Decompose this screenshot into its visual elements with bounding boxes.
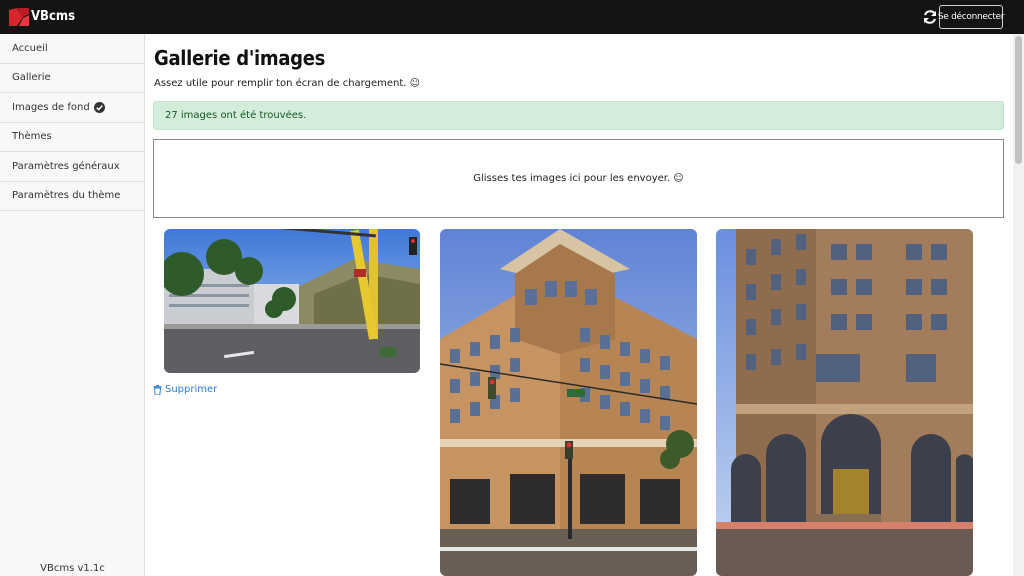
page-title: Gallerie d'images (154, 46, 326, 70)
gallery-image-corner-building[interactable] (440, 229, 697, 576)
sidebar-item-parametres-generaux[interactable]: Paramètres généraux (0, 152, 144, 182)
scrollbar-thumb[interactable] (1015, 36, 1022, 164)
delete-image-button[interactable]: Supprimer (153, 384, 217, 395)
refresh-icon[interactable] (922, 9, 938, 25)
sidebar-item-parametres-du-theme[interactable]: Paramètres du thème (0, 182, 144, 211)
page-scrollbar[interactable] (1013, 34, 1024, 576)
sidebar-item-accueil[interactable]: Accueil (0, 34, 144, 64)
sidebar-item-label: Paramètres généraux (12, 160, 120, 172)
gallery-image-street[interactable] (164, 229, 420, 373)
sidebar-item-label: Thèmes (12, 131, 52, 143)
check-circle-icon (93, 101, 105, 113)
vbcms-logo-icon[interactable] (9, 8, 29, 26)
image-dropzone[interactable]: Glisses tes images ici pour les envoyer.… (153, 139, 1004, 218)
sidebar-item-label: Gallerie (12, 72, 51, 84)
main-content: Gallerie d'images Assez utile pour rempl… (145, 34, 1013, 576)
trash-icon (153, 384, 162, 395)
sidebar-item-label: Accueil (12, 42, 48, 54)
success-alert: 27 images ont été trouvées. (153, 101, 1004, 130)
page-subtitle: Assez utile pour remplir ton écran de ch… (154, 78, 421, 89)
brand-name[interactable]: VBcms (31, 9, 75, 24)
delete-label: Supprimer (165, 384, 218, 395)
sidebar: Accueil Gallerie Images de fond Thèmes P… (0, 34, 145, 576)
sidebar-item-gallerie[interactable]: Gallerie (0, 64, 144, 93)
sidebar-item-label: Images de fond (12, 101, 90, 113)
logout-button[interactable]: Se déconnecter (938, 5, 1004, 29)
sidebar-item-label: Paramètres du thème (12, 190, 121, 202)
gallery-image-ornate-building[interactable] (716, 229, 973, 576)
sidebar-item-themes[interactable]: Thèmes (0, 123, 144, 152)
dropzone-label: Glisses tes images ici pour les envoyer.… (473, 173, 684, 184)
top-navbar: VBcms Se déconnecter (0, 0, 1024, 34)
version-label: VBcms v1.1c (40, 563, 105, 574)
sidebar-item-images-de-fond[interactable]: Images de fond (0, 93, 144, 123)
